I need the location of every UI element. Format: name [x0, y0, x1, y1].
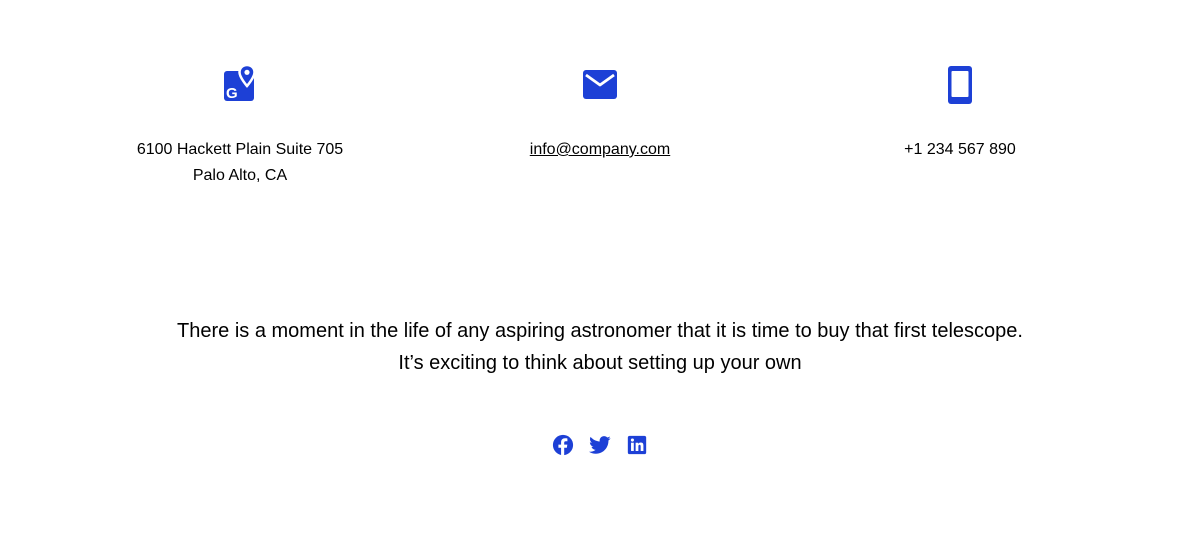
- address-line-1: 6100 Hackett Plain Suite 705: [136, 141, 344, 158]
- tagline-line-2: It’s exciting to think about setting up …: [398, 352, 802, 374]
- tagline-line-1: There is a moment in the life of any asp…: [177, 320, 1023, 342]
- phone-number: +1 234 567 890: [904, 141, 1016, 158]
- smartphone-icon: [780, 64, 1140, 104]
- svg-text:G: G: [226, 85, 238, 102]
- mail-icon: [420, 64, 780, 104]
- twitter-icon[interactable]: [589, 434, 611, 456]
- map-pin-icon: G: [60, 64, 420, 104]
- tagline: There is a moment in the life of any asp…: [0, 315, 1200, 379]
- facebook-icon[interactable]: [552, 434, 574, 456]
- social-links: [0, 434, 1200, 456]
- email-link[interactable]: info@company.com: [530, 141, 670, 158]
- address-line-2: Palo Alto, CA: [192, 167, 288, 184]
- linkedin-icon[interactable]: [626, 434, 648, 456]
